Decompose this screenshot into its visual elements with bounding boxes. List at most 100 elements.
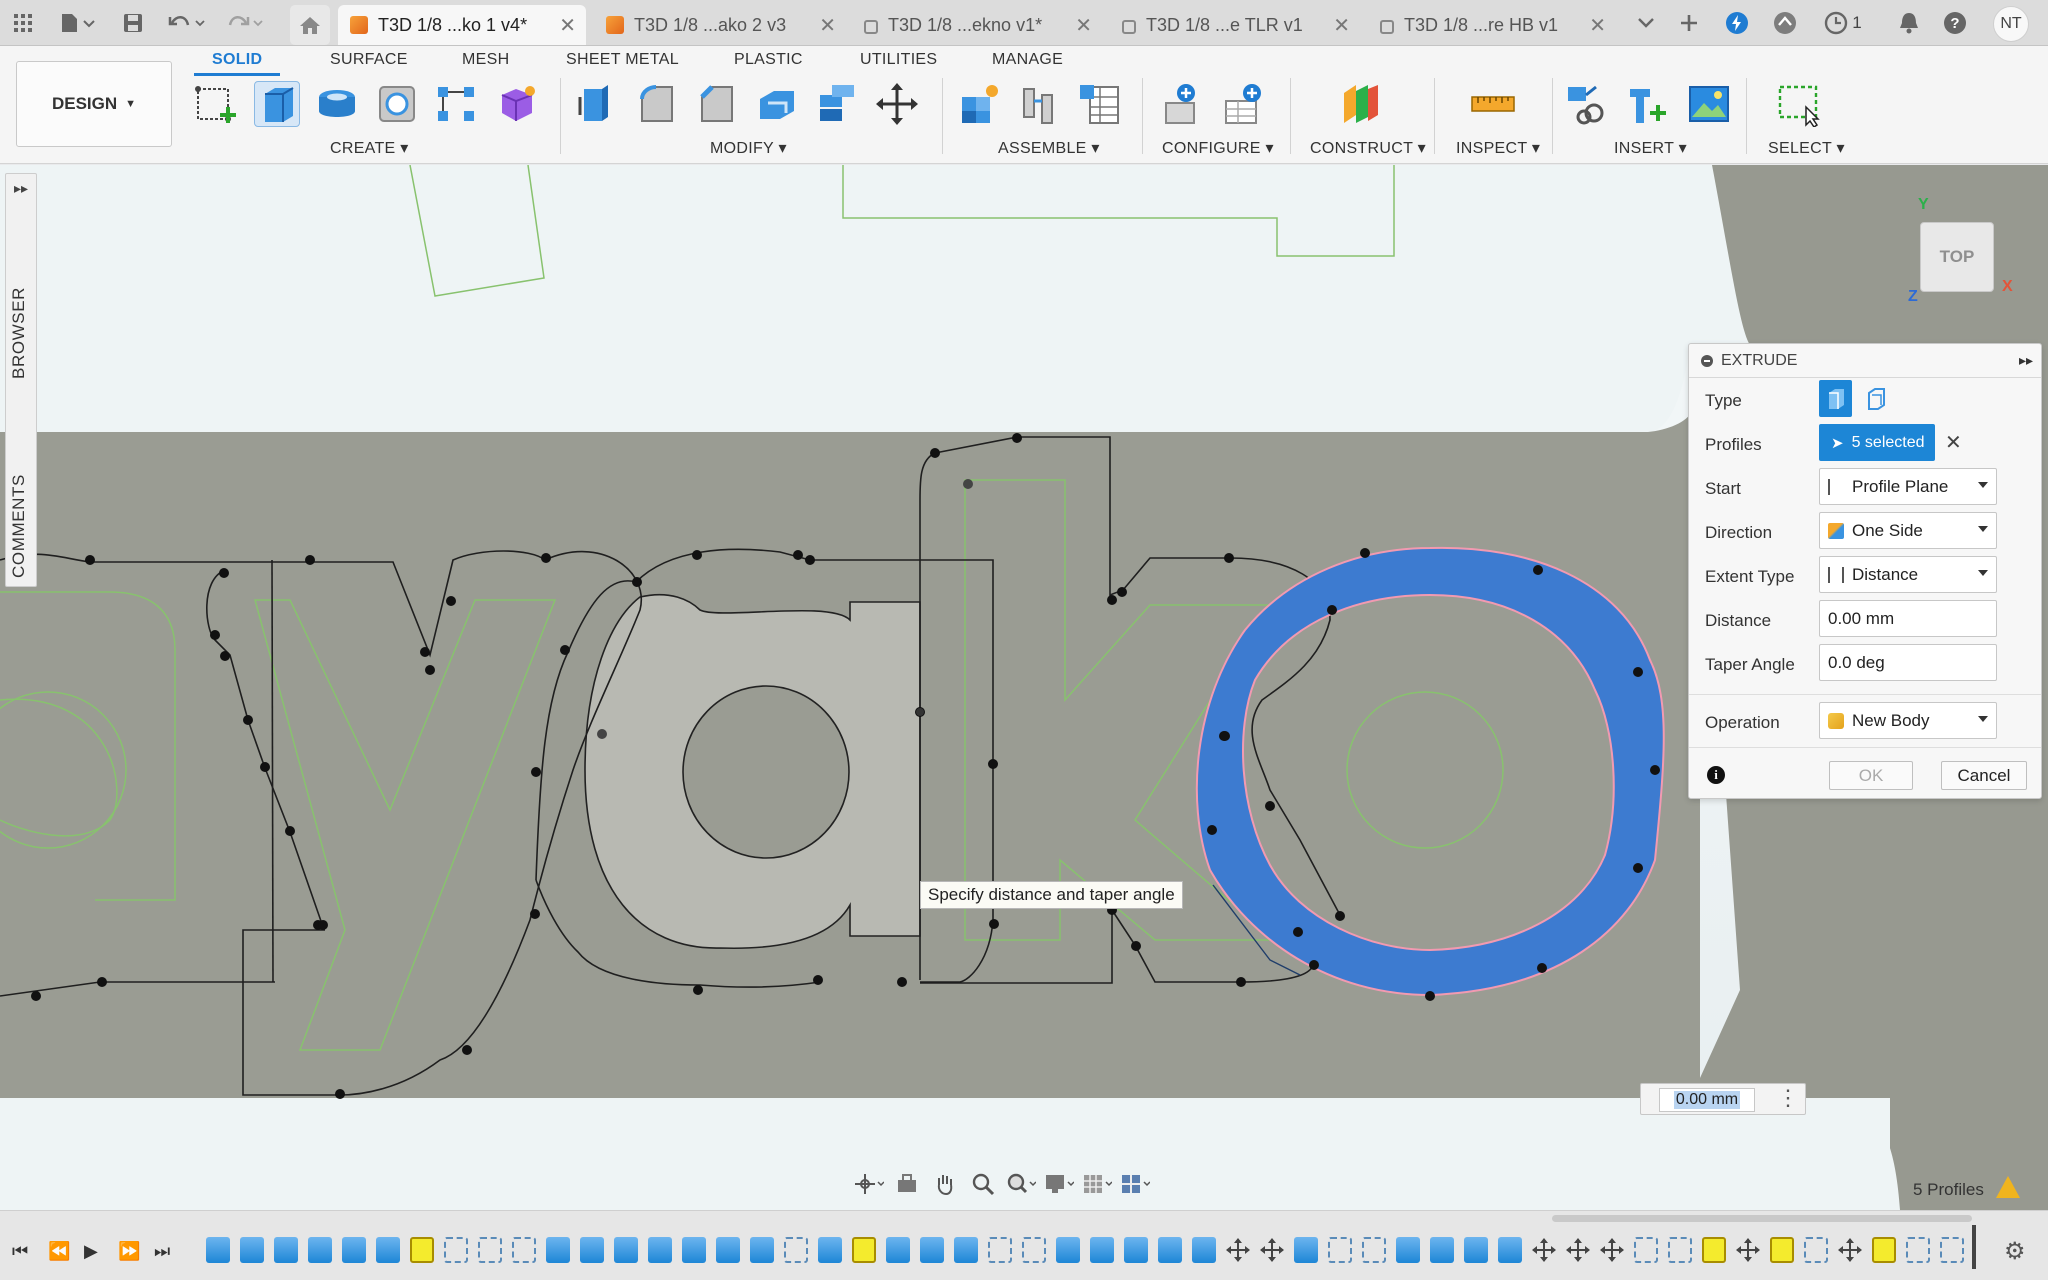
tab-document-1[interactable]: T3D 1/8 ...ko 1 v4* ✕ <box>338 5 586 45</box>
construct-group-menu[interactable]: CONSTRUCT ▾ <box>1310 138 1426 158</box>
undo-icon[interactable] <box>166 8 210 38</box>
extrude-feature-icon[interactable] <box>648 1237 672 1263</box>
sketch-feature-icon[interactable] <box>1328 1237 1352 1263</box>
tab-document-3[interactable]: T3D 1/8 ...ekno v1* ✕ <box>852 5 1102 45</box>
sketch-feature-icon[interactable] <box>1804 1237 1828 1263</box>
notifications-bell-icon[interactable] <box>1894 8 1924 38</box>
browser-panel-toggle[interactable]: BROWSER <box>9 287 29 379</box>
more-options-icon[interactable]: ⋮ <box>1777 1086 1799 1110</box>
extrude-feature-icon[interactable] <box>1294 1237 1318 1263</box>
move-feature-icon[interactable] <box>1838 1237 1862 1263</box>
move-copy-icon[interactable] <box>874 81 920 127</box>
sketch-feature-icon[interactable] <box>1362 1237 1386 1263</box>
save-icon[interactable] <box>118 8 148 38</box>
configuration-table-icon[interactable] <box>1222 81 1268 127</box>
info-icon[interactable]: i <box>1707 766 1725 784</box>
tab-utilities[interactable]: UTILITIES <box>860 51 937 69</box>
revolve-icon[interactable] <box>314 81 360 127</box>
go-to-start-icon[interactable]: ⏮ <box>12 1241 28 1262</box>
insert-mcmaster-icon[interactable] <box>1624 81 1670 127</box>
assemble-group-menu[interactable]: ASSEMBLE ▾ <box>998 138 1100 158</box>
extrude-feature-icon[interactable] <box>818 1237 842 1263</box>
timeline-scrollbar[interactable] <box>1552 1215 1972 1222</box>
create-group-menu[interactable]: CREATE ▾ <box>330 138 409 158</box>
create-sketch-icon[interactable] <box>194 81 240 127</box>
shell-icon[interactable] <box>754 81 800 127</box>
extrude-feature-icon[interactable] <box>1124 1237 1148 1263</box>
move-feature-icon[interactable] <box>1260 1237 1284 1263</box>
sketch-feature-icon[interactable] <box>1940 1237 1964 1263</box>
extrude-feature-icon[interactable] <box>546 1237 570 1263</box>
timeline-marker[interactable] <box>1972 1225 1976 1269</box>
extrude-icon[interactable] <box>254 81 300 127</box>
sketch-feature-highlighted-icon[interactable] <box>410 1237 434 1263</box>
app-grid-icon[interactable] <box>8 8 38 38</box>
move-feature-icon[interactable] <box>1566 1237 1590 1263</box>
user-avatar[interactable]: NT <box>1993 6 2029 42</box>
fillet-icon[interactable] <box>634 81 680 127</box>
help-icon[interactable]: ? <box>1940 8 1970 38</box>
bill-of-materials-icon[interactable] <box>1076 81 1122 127</box>
move-feature-icon[interactable] <box>1736 1237 1760 1263</box>
tab-surface[interactable]: SURFACE <box>330 51 408 69</box>
start-dropdown[interactable]: Profile Plane <box>1819 468 1997 505</box>
move-feature-icon[interactable] <box>1226 1237 1250 1263</box>
extrude-feature-icon[interactable] <box>342 1237 366 1263</box>
viewports-icon[interactable] <box>1118 1169 1152 1199</box>
zoom-window-icon[interactable] <box>1004 1169 1038 1199</box>
profile-a-counter[interactable] <box>682 685 850 859</box>
extrude-feature-icon[interactable] <box>750 1237 774 1263</box>
cancel-button[interactable]: Cancel <box>1941 761 2027 790</box>
ok-button[interactable]: OK <box>1829 761 1913 790</box>
extrude-feature-icon[interactable] <box>1158 1237 1182 1263</box>
type-solid-button[interactable] <box>1819 380 1852 417</box>
display-settings-icon[interactable] <box>1042 1169 1076 1199</box>
press-pull-icon[interactable] <box>574 81 620 127</box>
sketch-feature-icon[interactable] <box>478 1237 502 1263</box>
extrude-feature-icon[interactable] <box>1090 1237 1114 1263</box>
distance-field[interactable]: 0.00 mm <box>1659 1088 1755 1112</box>
extrude-feature-icon[interactable] <box>920 1237 944 1263</box>
select-group-menu[interactable]: SELECT ▾ <box>1768 138 1845 158</box>
extrude-feature-icon[interactable] <box>1430 1237 1454 1263</box>
extrude-feature-icon[interactable] <box>274 1237 298 1263</box>
type-thin-button[interactable] <box>1859 380 1892 417</box>
tab-plastic[interactable]: PLASTIC <box>734 51 803 69</box>
step-back-icon[interactable]: ⏪ <box>48 1241 70 1262</box>
extrude-feature-icon[interactable] <box>308 1237 332 1263</box>
sketch-feature-icon[interactable] <box>1634 1237 1658 1263</box>
offset-plane-icon[interactable] <box>1338 81 1384 127</box>
profiles-selection-chip[interactable]: ➤ 5 selected <box>1819 424 1935 461</box>
go-to-end-icon[interactable]: ⏭ <box>154 1241 170 1262</box>
combine-icon[interactable] <box>814 81 860 127</box>
redo-icon[interactable] <box>222 8 266 38</box>
play-icon[interactable]: ▶ <box>84 1241 98 1262</box>
configure-design-icon[interactable] <box>1162 81 1208 127</box>
extrude-feature-icon[interactable] <box>1498 1237 1522 1263</box>
extrude-feature-icon[interactable] <box>682 1237 706 1263</box>
move-feature-icon[interactable] <box>1600 1237 1624 1263</box>
close-tab-icon[interactable]: ✕ <box>1333 13 1350 38</box>
close-tab-icon[interactable]: ✕ <box>559 13 576 38</box>
grid-snaps-icon[interactable] <box>1080 1169 1114 1199</box>
inspect-group-menu[interactable]: INSPECT ▾ <box>1456 138 1540 158</box>
extensions-icon[interactable] <box>1722 8 1752 38</box>
taper-angle-input[interactable]: 0.0 deg <box>1819 644 1997 681</box>
extrude-feature-icon[interactable] <box>1464 1237 1488 1263</box>
tab-document-5[interactable]: T3D 1/8 ...re HB v1 ✕ <box>1368 5 1616 45</box>
tab-document-2[interactable]: T3D 1/8 ...ako 2 v3 ✕ <box>594 5 846 45</box>
community-icon[interactable] <box>1770 8 1800 38</box>
sketch-feature-icon[interactable] <box>1906 1237 1930 1263</box>
hole-icon[interactable] <box>374 81 420 127</box>
sketch-feature-highlighted-icon[interactable] <box>1770 1237 1794 1263</box>
sketch-feature-highlighted-icon[interactable] <box>852 1237 876 1263</box>
tab-sheet-metal[interactable]: SHEET METAL <box>566 51 679 69</box>
tab-mesh[interactable]: MESH <box>462 51 509 69</box>
sketch-feature-highlighted-icon[interactable] <box>1872 1237 1896 1263</box>
close-tab-icon[interactable]: ✕ <box>1075 13 1092 38</box>
clear-selection-icon[interactable]: ✕ <box>1945 430 1962 455</box>
extrude-feature-icon[interactable] <box>1192 1237 1216 1263</box>
sketch-feature-highlighted-icon[interactable] <box>1702 1237 1726 1263</box>
modify-group-menu[interactable]: MODIFY ▾ <box>710 138 787 158</box>
extrude-feature-icon[interactable] <box>716 1237 740 1263</box>
